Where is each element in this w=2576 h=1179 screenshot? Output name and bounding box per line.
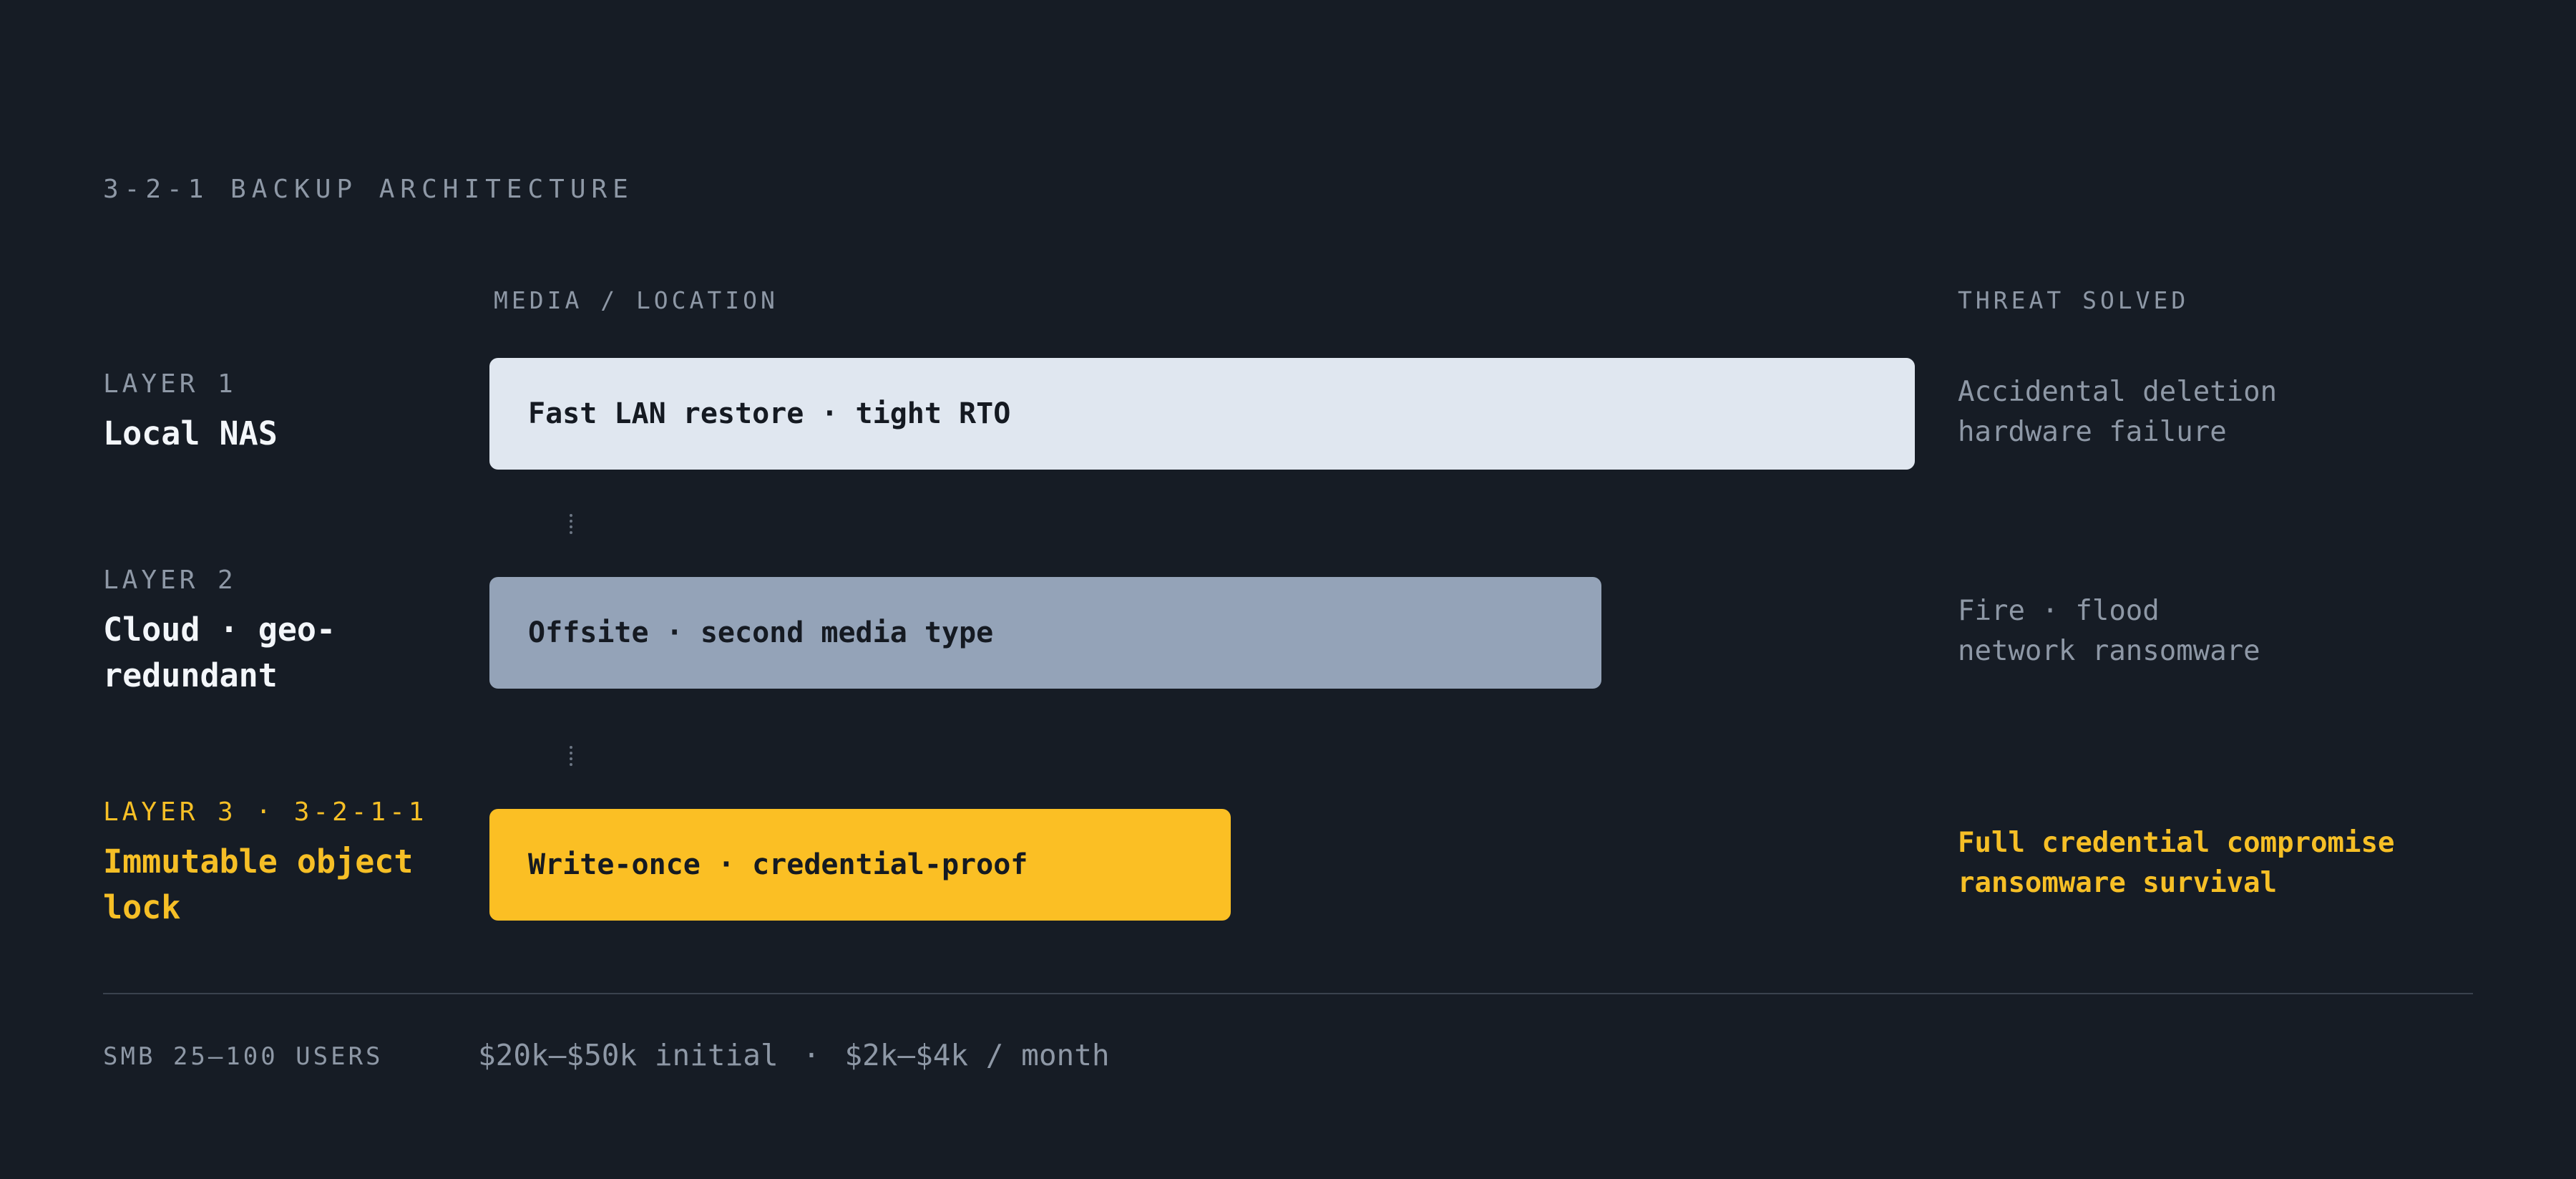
layer-1-bar: Fast LAN restore · tight RTO xyxy=(489,358,1915,470)
layer-2-threat-line-2: network ransomware xyxy=(1958,635,2260,667)
connector-1-2 xyxy=(570,514,572,534)
layer-2-threat: Fire · flood network ransomware xyxy=(1958,591,2260,671)
layer-3-bar-label: Write-once · credential-proof xyxy=(528,848,1028,881)
page-title: 3-2-1 BACKUP ARCHITECTURE xyxy=(103,175,634,204)
layer-2-bar: Offsite · second media type xyxy=(489,577,1601,689)
layer-1-name: Local NAS xyxy=(103,414,278,452)
layer-3-name: Immutable object lock xyxy=(103,843,414,926)
footer-separator: · xyxy=(802,1038,821,1072)
footer-divider xyxy=(103,993,2473,994)
layer-2-threat-line-1: Fire · flood xyxy=(1958,595,2160,627)
layer-1-threat-line-2: hardware failure xyxy=(1958,416,2227,448)
layer-2-tag: LAYER 2 xyxy=(103,566,237,595)
layer-1-tag: LAYER 1 xyxy=(103,369,237,399)
connector-2-3 xyxy=(570,746,572,766)
layer-2-bar-label: Offsite · second media type xyxy=(528,616,994,649)
layer-3-bar: Write-once · credential-proof xyxy=(489,809,1231,921)
column-header-threat: THREAT SOLVED xyxy=(1958,286,2190,314)
footer-cost: $20k–$50k initial · $2k–$4k / month xyxy=(478,1038,1110,1072)
layer-1-threat-line-1: Accidental deletion xyxy=(1958,376,2278,408)
layer-3-tag: LAYER 3 · 3-2-1-1 xyxy=(103,797,428,827)
column-header-media: MEDIA / LOCATION xyxy=(494,286,779,314)
layer-2-name: Cloud · geo-redundant xyxy=(103,611,336,694)
layer-3-threat-line-2: ransomware survival xyxy=(1958,867,2278,899)
footer-monthly-cost: $2k–$4k / month xyxy=(844,1038,1110,1072)
footer-segment-label: SMB 25–100 USERS xyxy=(103,1042,384,1071)
footer-initial-cost: $20k–$50k initial xyxy=(478,1038,779,1072)
layer-1-bar-label: Fast LAN restore · tight RTO xyxy=(528,397,1011,430)
layer-1-threat: Accidental deletion hardware failure xyxy=(1958,372,2277,452)
layer-3-threat-line-1: Full credential compromise xyxy=(1958,827,2395,859)
layer-3-threat: Full credential compromise ransomware su… xyxy=(1958,823,2394,903)
